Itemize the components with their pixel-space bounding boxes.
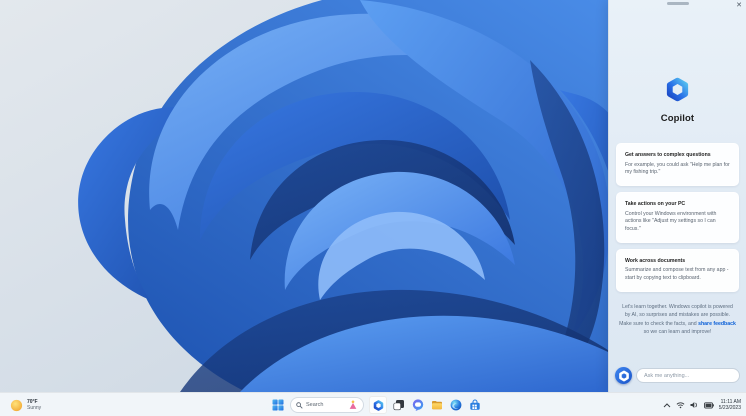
taskbar-store-button[interactable] bbox=[468, 398, 482, 412]
copilot-avatar-icon bbox=[615, 367, 632, 384]
card-title: Get answers to complex questions bbox=[625, 152, 711, 158]
chat-icon bbox=[412, 399, 424, 411]
suggestion-cards: Get answers to complex questions For exa… bbox=[609, 143, 746, 293]
copilot-title: Copilot bbox=[660, 113, 695, 124]
search-highlights-icon bbox=[349, 400, 357, 409]
suggestion-card-documents[interactable]: Work across documents Summarize and comp… bbox=[616, 248, 739, 293]
tray-date: 5/23/2023 bbox=[718, 405, 741, 411]
tray-chevron-up-icon[interactable] bbox=[663, 402, 671, 409]
wifi-icon[interactable] bbox=[676, 401, 685, 409]
task-view-icon bbox=[393, 400, 404, 411]
copilot-panel: ✕ Copilot Get answers to complex questio… bbox=[608, 0, 746, 392]
taskbar-center: Search bbox=[271, 393, 482, 416]
taskbar-search-box[interactable]: Search bbox=[290, 397, 364, 413]
sun-icon bbox=[10, 399, 23, 411]
tray-clock[interactable]: 11:11 AM 5/23/2023 bbox=[719, 399, 741, 412]
weather-widget[interactable]: 70°F Sunny bbox=[6, 393, 45, 416]
share-feedback-link[interactable]: share feedback bbox=[698, 321, 736, 327]
card-body: For example, you could ask "Help me plan… bbox=[625, 161, 730, 176]
system-tray: 11:11 AM 5/23/2023 bbox=[663, 393, 741, 416]
taskbar-file-explorer-button[interactable] bbox=[430, 398, 444, 412]
copilot-icon bbox=[373, 399, 383, 411]
search-placeholder: Search bbox=[306, 402, 324, 408]
ai-disclaimer: Let's learn together. Windows copilot is… bbox=[609, 303, 746, 336]
suggestion-card-actions[interactable]: Take actions on your PC Control your Win… bbox=[616, 192, 739, 243]
windows-logo-icon bbox=[272, 399, 284, 411]
ask-me-anything-input[interactable] bbox=[636, 368, 740, 383]
copilot-logo-icon bbox=[666, 77, 689, 102]
file-explorer-icon bbox=[432, 401, 442, 410]
edge-icon bbox=[450, 399, 462, 411]
panel-drag-handle[interactable] bbox=[666, 2, 689, 5]
desktop-screen: ✕ Copilot Get answers to complex questio… bbox=[0, 0, 746, 416]
battery-icon[interactable] bbox=[703, 401, 714, 409]
card-body: Control your Windows environment with ac… bbox=[625, 210, 717, 233]
disclaimer-text: so we can learn and improve! bbox=[643, 329, 712, 336]
copilot-input-row bbox=[609, 367, 746, 392]
suggestion-card-answers[interactable]: Get answers to complex questions For exa… bbox=[616, 143, 739, 187]
search-icon bbox=[296, 401, 303, 409]
start-button[interactable] bbox=[271, 398, 285, 412]
weather-condition: Sunny bbox=[27, 405, 42, 411]
card-title: Work across documents bbox=[625, 257, 686, 264]
taskbar-copilot-button[interactable] bbox=[369, 396, 387, 414]
taskbar: 70°F Sunny Search 11:11 AM 5/23/2023 bbox=[0, 392, 746, 416]
microsoft-store-icon bbox=[470, 399, 480, 410]
taskbar-chat-button[interactable] bbox=[411, 398, 425, 412]
volume-icon[interactable] bbox=[690, 401, 699, 409]
card-body: Summarize and compose text from any app … bbox=[625, 267, 729, 282]
close-icon[interactable]: ✕ bbox=[736, 1, 742, 11]
card-title: Take actions on your PC bbox=[625, 201, 686, 208]
taskbar-edge-button[interactable] bbox=[449, 398, 463, 412]
taskbar-task-view-button[interactable] bbox=[392, 398, 406, 412]
